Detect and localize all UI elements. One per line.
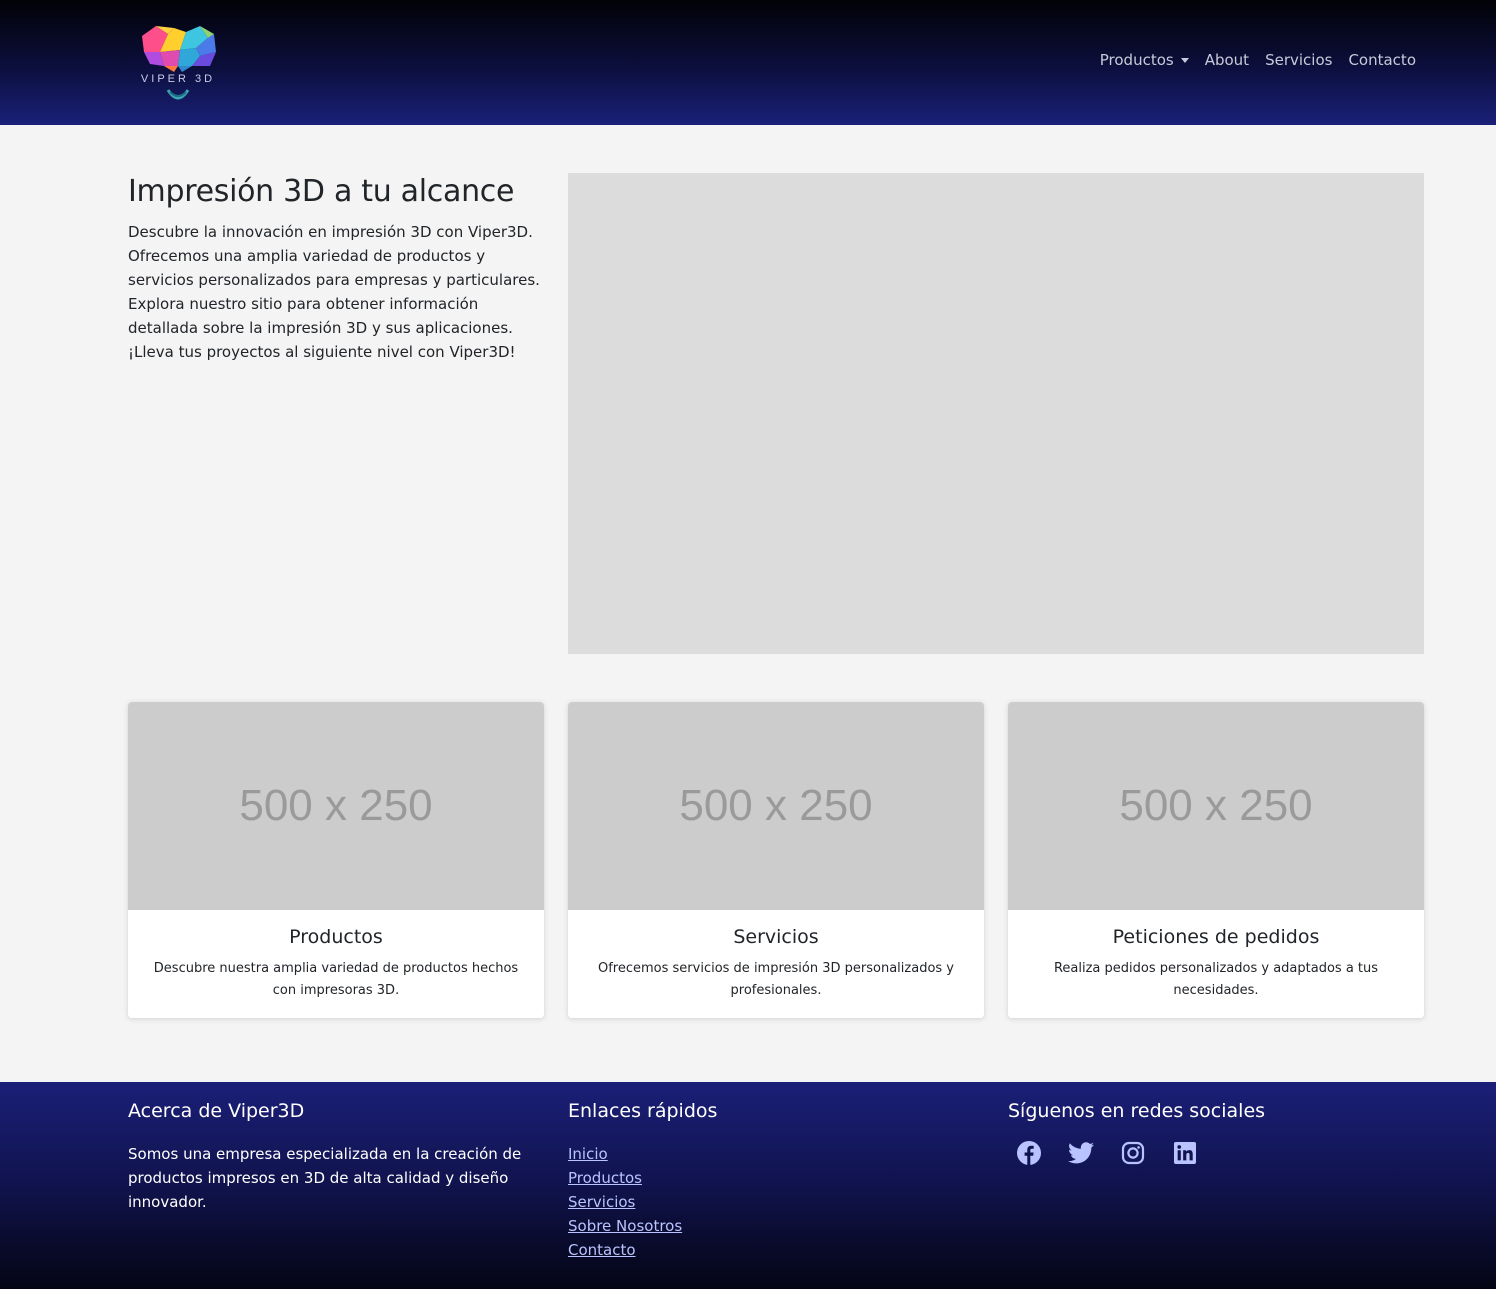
facebook-icon[interactable]	[1016, 1140, 1042, 1166]
footer-social-title: Síguenos en redes sociales	[1008, 1100, 1266, 1122]
card-image-placeholder: 500 x 250	[1008, 702, 1424, 910]
footer-link-item: Sobre Nosotros	[568, 1214, 717, 1238]
nav-links: Productos About Servicios Contacto	[1100, 51, 1416, 69]
card-body: Servicios Ofrecemos servicios de impresi…	[568, 910, 984, 1002]
footer-link-sobre-nosotros[interactable]: Sobre Nosotros	[568, 1217, 682, 1235]
footer-link-contacto[interactable]: Contacto	[568, 1241, 636, 1259]
footer: Acerca de Viper3D Somos una empresa espe…	[0, 1082, 1496, 1289]
navbar: VIPER 3D Productos About Servicios Conta…	[0, 0, 1496, 125]
twitter-icon[interactable]	[1068, 1140, 1094, 1166]
hero-title: Impresión 3D a tu alcance	[128, 174, 515, 209]
nav-productos-dropdown[interactable]: Productos	[1100, 51, 1189, 69]
caret-down-icon	[1180, 57, 1189, 63]
footer-about-title: Acerca de Viper3D	[128, 1100, 305, 1122]
footer-link-inicio[interactable]: Inicio	[568, 1145, 608, 1163]
footer-link-item: Productos	[568, 1166, 717, 1190]
card-productos: 500 x 250 Productos Descubre nuestra amp…	[128, 702, 544, 1018]
hero-description: Descubre la innovación en impresión 3D c…	[128, 223, 540, 361]
card-body: Productos Descubre nuestra amplia varied…	[128, 910, 544, 1002]
card-title: Servicios	[733, 926, 819, 948]
nav-productos-label: Productos	[1099, 51, 1174, 69]
hero-image-placeholder	[568, 173, 1424, 654]
nav-about[interactable]: About	[1205, 51, 1249, 69]
card-title: Peticiones de pedidos	[1112, 926, 1320, 948]
card-text: Ofrecemos servicios de impresión 3D pers…	[597, 961, 954, 998]
footer-link-productos[interactable]: Productos	[568, 1169, 642, 1187]
nav-contacto[interactable]: Contacto	[1348, 51, 1416, 69]
instagram-icon[interactable]	[1120, 1140, 1146, 1166]
card-peticiones: 500 x 250 Peticiones de pedidos Realiza …	[1008, 702, 1424, 1018]
footer-links-title: Enlaces rápidos	[568, 1100, 718, 1122]
card-body: Peticiones de pedidos Realiza pedidos pe…	[1008, 910, 1424, 1002]
footer-about-text: Somos una empresa especializada en la cr…	[128, 1145, 522, 1211]
footer-quick-links: Enlaces rápidos Inicio Productos Servici…	[568, 1100, 717, 1262]
card-image-placeholder: 500 x 250	[128, 702, 544, 910]
social-icons	[1008, 1140, 1265, 1166]
footer-link-item: Servicios	[568, 1190, 717, 1214]
viper3d-logo[interactable]: VIPER 3D	[134, 22, 222, 106]
footer-social: Síguenos en redes sociales	[1008, 1100, 1265, 1166]
footer-about: Acerca de Viper3D Somos una empresa espe…	[128, 1100, 528, 1214]
nav-servicios[interactable]: Servicios	[1265, 51, 1332, 69]
footer-links-list: Inicio Productos Servicios Sobre Nosotro…	[568, 1142, 717, 1262]
card-text: Realiza pedidos personalizados y adaptad…	[1053, 961, 1379, 998]
footer-link-servicios[interactable]: Servicios	[568, 1193, 635, 1211]
card-text: Descubre nuestra amplia variedad de prod…	[153, 961, 519, 998]
footer-link-item: Inicio	[568, 1142, 717, 1166]
logo-text: VIPER 3D	[140, 73, 216, 85]
card-servicios: 500 x 250 Servicios Ofrecemos servicios …	[568, 702, 984, 1018]
linkedin-icon[interactable]	[1172, 1140, 1198, 1166]
card-image-placeholder: 500 x 250	[568, 702, 984, 910]
viper-head-logo-icon	[142, 26, 216, 100]
footer-link-item: Contacto	[568, 1238, 717, 1262]
card-title: Productos	[289, 926, 383, 948]
